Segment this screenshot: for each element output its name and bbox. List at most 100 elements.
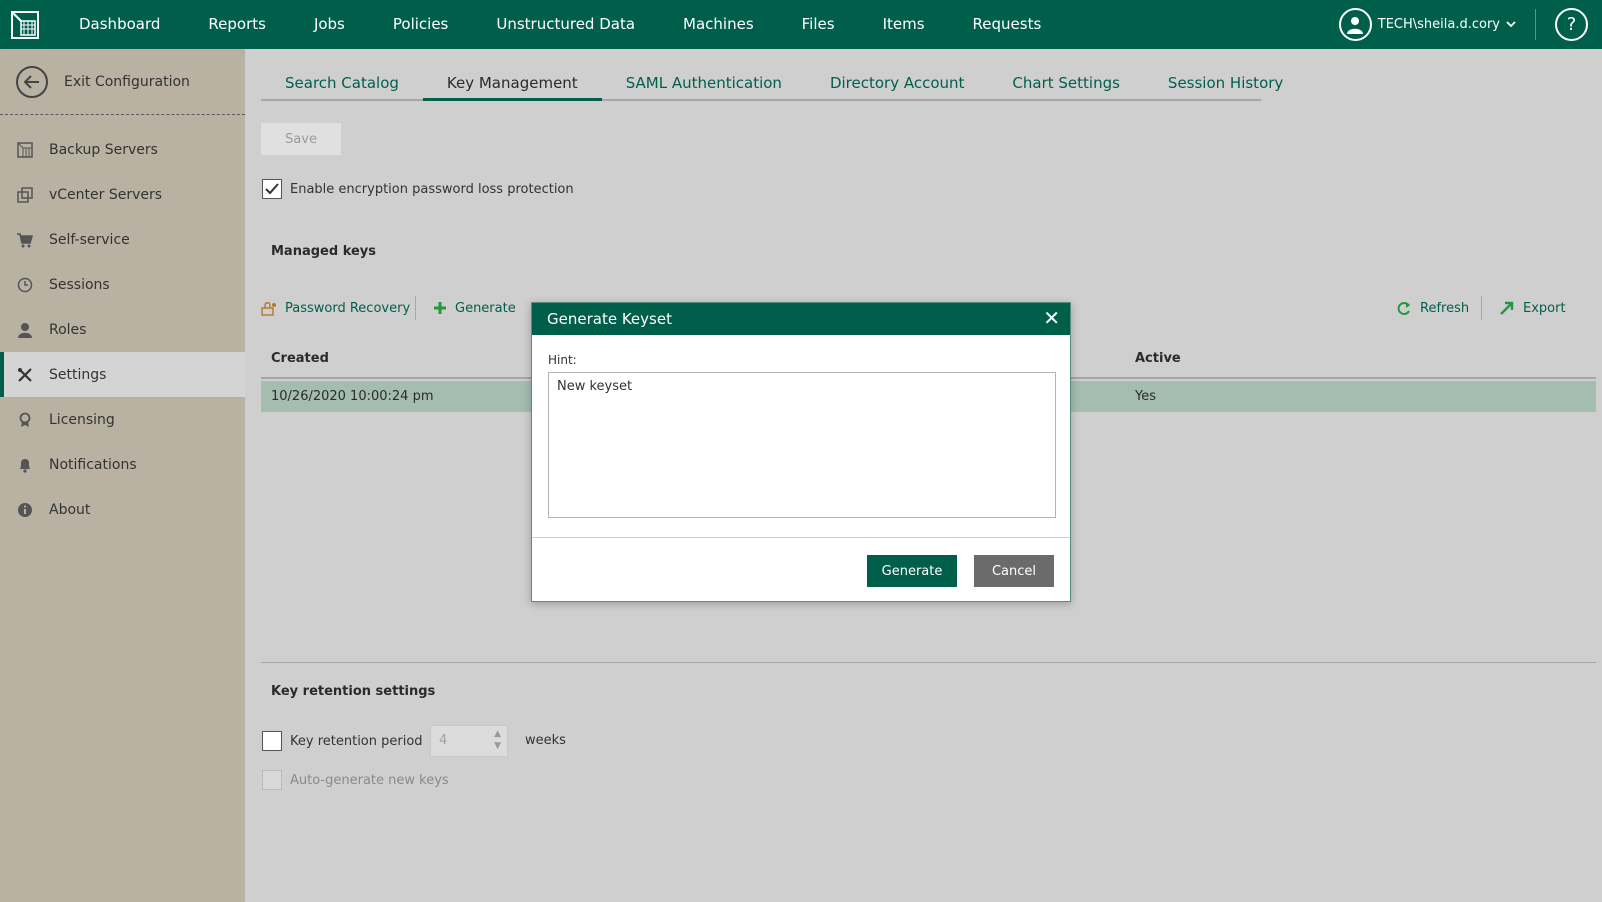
tools-icon <box>16 366 34 384</box>
license-icon <box>16 411 34 429</box>
refresh-icon <box>1396 300 1412 316</box>
row-active-value: Yes <box>1135 389 1156 404</box>
retention-period-label: Key retention period <box>290 733 423 749</box>
nav-items[interactable]: Items <box>859 0 949 49</box>
sidebar-item-label: Settings <box>49 366 107 383</box>
sidebar-list: Backup Servers vCenter Servers Self-serv… <box>0 115 255 532</box>
dialog-title: Generate Keyset <box>547 310 672 328</box>
enable-protection-row: Enable encryption password loss protecti… <box>262 179 574 199</box>
refresh-label: Refresh <box>1420 300 1470 316</box>
enable-protection-label: Enable encryption password loss protecti… <box>290 181 574 197</box>
dialog-body: Hint: New keyset <box>532 335 1070 538</box>
save-button[interactable]: Save <box>261 123 341 155</box>
clock-icon <box>16 276 34 294</box>
chevron-down-icon[interactable]: ▼ <box>494 740 501 752</box>
sidebar-item-about[interactable]: About <box>0 487 245 532</box>
chevron-up-icon[interactable]: ▲ <box>494 728 501 740</box>
help-icon[interactable]: ? <box>1555 8 1588 41</box>
tab-saml-authentication[interactable]: SAML Authentication <box>602 69 806 101</box>
user-avatar-icon <box>1338 8 1372 41</box>
enable-protection-checkbox[interactable] <box>262 179 282 199</box>
nav-policies[interactable]: Policies <box>369 0 472 49</box>
topbar-separator <box>1535 9 1536 40</box>
cancel-button[interactable]: Cancel <box>974 555 1054 587</box>
sidebar-item-backup-servers[interactable]: Backup Servers <box>0 127 245 172</box>
refresh-button[interactable]: Refresh <box>1396 296 1469 320</box>
exit-configuration-button[interactable]: Exit Configuration <box>0 49 245 115</box>
sidebar-item-label: Self-service <box>49 231 130 248</box>
main-nav: Dashboard Reports Jobs Policies Unstruct… <box>55 0 1065 49</box>
sidebar-item-sessions[interactable]: Sessions <box>0 262 245 307</box>
key-recovery-icon <box>261 300 277 316</box>
dialog-header: Generate Keyset ✕ <box>532 303 1070 335</box>
chevron-down-icon <box>1506 17 1516 32</box>
retention-period-stepper[interactable]: 4 ▲ ▼ <box>430 725 508 757</box>
section-divider <box>261 662 1596 663</box>
top-bar: Dashboard Reports Jobs Policies Unstruct… <box>0 0 1602 49</box>
stepper-arrows[interactable]: ▲ ▼ <box>494 728 501 752</box>
sidebar-item-self-service[interactable]: Self-service <box>0 217 245 262</box>
sidebar-item-label: Notifications <box>49 456 137 473</box>
generate-confirm-button[interactable]: Generate <box>867 555 957 587</box>
nav-jobs[interactable]: Jobs <box>290 0 369 49</box>
tab-search-catalog[interactable]: Search Catalog <box>261 69 423 101</box>
person-icon <box>16 321 34 339</box>
nav-files[interactable]: Files <box>778 0 859 49</box>
export-arrow-icon <box>1499 300 1515 316</box>
auto-generate-row: Auto-generate new keys <box>262 770 449 790</box>
cart-icon <box>16 231 34 249</box>
tab-chart-settings[interactable]: Chart Settings <box>988 69 1144 101</box>
sidebar-item-notifications[interactable]: Notifications <box>0 442 245 487</box>
sidebar-item-label: Backup Servers <box>49 141 158 158</box>
generate-keyset-dialog: Generate Keyset ✕ Hint: New keyset Gener… <box>531 302 1071 602</box>
sidebar-item-licensing[interactable]: Licensing <box>0 397 245 442</box>
sidebar-item-label: vCenter Servers <box>49 186 163 203</box>
tab-directory-account[interactable]: Directory Account <box>806 69 988 101</box>
retention-period-checkbox[interactable] <box>262 731 282 751</box>
sidebar-item-label: About <box>49 501 91 518</box>
nav-machines[interactable]: Machines <box>659 0 778 49</box>
password-recovery-button[interactable]: Password Recovery <box>261 296 410 320</box>
server-icon <box>16 141 34 159</box>
generate-button[interactable]: Generate <box>433 296 516 320</box>
retention-period-value: 4 <box>439 733 448 748</box>
export-button[interactable]: Export <box>1499 296 1566 320</box>
toolbar-separator <box>1481 296 1482 320</box>
user-menu[interactable]: TECH\sheila.d.cory <box>1338 0 1516 49</box>
tab-key-management[interactable]: Key Management <box>422 69 602 101</box>
tab-session-history[interactable]: Session History <box>1144 69 1307 101</box>
weeks-label: weeks <box>525 733 566 748</box>
back-arrow-icon <box>16 65 48 98</box>
row-created-value: 10/26/2020 10:00:24 pm <box>271 389 434 404</box>
vcenter-icon <box>16 186 34 204</box>
hint-textarea[interactable]: New keyset <box>548 372 1056 518</box>
sidebar-item-roles[interactable]: Roles <box>0 307 245 352</box>
nav-dashboard[interactable]: Dashboard <box>55 0 184 49</box>
info-icon <box>16 501 34 519</box>
column-created[interactable]: Created <box>271 339 329 379</box>
logo-icon[interactable] <box>0 0 49 49</box>
export-label: Export <box>1523 300 1566 316</box>
auto-generate-checkbox[interactable] <box>262 770 282 790</box>
sidebar-item-label: Licensing <box>49 411 115 428</box>
managed-keys-title: Managed keys <box>271 244 377 259</box>
nav-unstructured-data[interactable]: Unstructured Data <box>472 0 659 49</box>
settings-tabs: Search Catalog Key Management SAML Authe… <box>261 69 1283 101</box>
user-name: TECH\sheila.d.cory <box>1377 17 1500 32</box>
sidebar-item-vcenter-servers[interactable]: vCenter Servers <box>0 172 245 217</box>
auto-generate-label: Auto-generate new keys <box>290 772 449 788</box>
sidebar: Exit Configuration Backup Servers vCente… <box>0 49 255 902</box>
nav-reports[interactable]: Reports <box>184 0 290 49</box>
generate-label: Generate <box>455 300 516 316</box>
sidebar-item-settings[interactable]: Settings <box>0 352 255 397</box>
hint-label: Hint: <box>548 353 577 367</box>
close-icon[interactable]: ✕ <box>1043 303 1060 333</box>
exit-configuration-label: Exit Configuration <box>64 73 190 90</box>
bell-icon <box>16 456 34 474</box>
nav-requests[interactable]: Requests <box>949 0 1066 49</box>
column-active[interactable]: Active <box>1135 339 1181 379</box>
dialog-footer: Generate Cancel <box>532 538 1070 602</box>
sidebar-item-label: Roles <box>49 321 87 338</box>
password-recovery-label: Password Recovery <box>285 300 411 316</box>
toolbar-separator <box>415 296 416 320</box>
